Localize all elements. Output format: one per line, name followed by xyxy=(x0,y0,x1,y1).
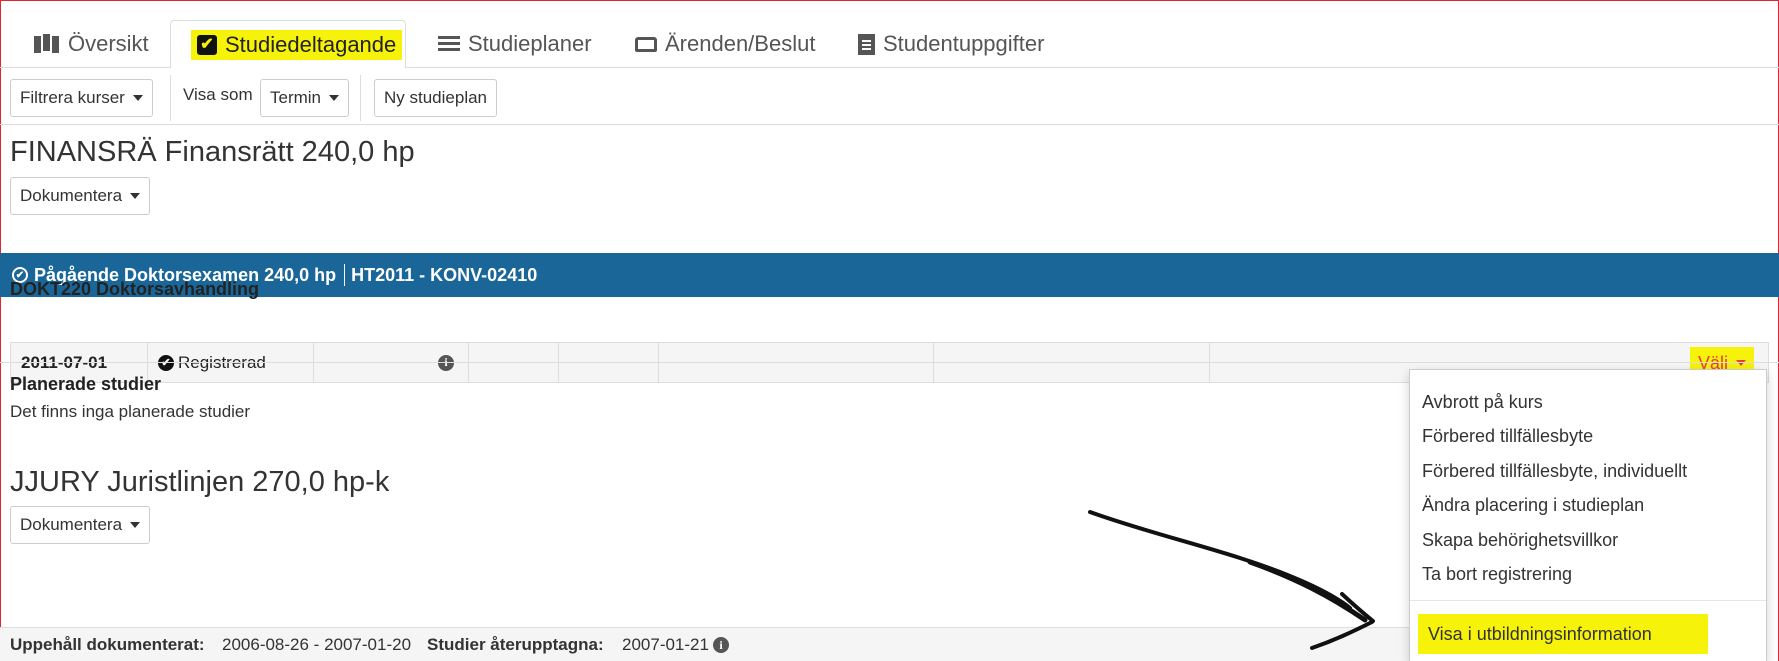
menu-divider xyxy=(1410,600,1766,601)
document-label: Dokumentera xyxy=(20,515,123,534)
tab-label: Studentuppgifter xyxy=(883,31,1045,56)
pause-label: Uppehåll dokumenterat: xyxy=(10,635,205,654)
caret-down-icon xyxy=(130,522,141,528)
info-icon[interactable]: i xyxy=(713,637,729,653)
bar-divider xyxy=(344,264,346,286)
menu-item-forbered-tillfallesbyte[interactable]: Förbered tillfällesbyte xyxy=(1410,418,1766,454)
menu-item-skapa-behorighetsvillkor[interactable]: Skapa behörighetsvillkor xyxy=(1410,522,1766,558)
filter-courses-label: Filtrera kurser xyxy=(20,88,125,107)
tab-label: Översikt xyxy=(68,31,149,56)
pause-value: 2006-08-26 - 2007-01-20 xyxy=(222,635,412,654)
tab-bar: Översikt ✔ Studiedeltagande Studieplaner… xyxy=(0,0,1779,69)
program-title: FINANSRÄ Finansrätt 240,0 hp xyxy=(10,136,415,168)
program-status-bar: ✔ Pågående Doktorsexamen 240,0 hp HT2011… xyxy=(0,253,1779,297)
menu-item-forbered-individuellt[interactable]: Förbered tillfällesbyte, individuellt xyxy=(1410,453,1766,489)
tab-studiedeltagande[interactable]: ✔ Studiedeltagande xyxy=(170,20,406,69)
toolbar-divider xyxy=(170,75,171,121)
filter-courses-button[interactable]: Filtrera kurser xyxy=(10,79,153,117)
program-title: JJURY Juristlinjen 270,0 hp-k xyxy=(10,466,390,498)
caret-down-icon xyxy=(329,95,340,101)
tab-oversikt[interactable]: Översikt xyxy=(14,20,169,68)
new-study-plan-button[interactable]: Ny studieplan xyxy=(374,79,498,117)
inbox-icon xyxy=(635,36,657,52)
toolbar-divider xyxy=(360,75,361,121)
document-button[interactable]: Dokumentera xyxy=(10,506,151,544)
tab-studieplaner[interactable]: Studieplaner xyxy=(418,20,612,68)
tab-label: Ärenden/Beslut xyxy=(665,31,816,56)
divider xyxy=(0,124,1779,125)
caret-down-icon xyxy=(130,193,141,199)
tab-label: Studieplaner xyxy=(468,31,592,56)
menu-item-andra-placering[interactable]: Ändra placering i studieplan xyxy=(1410,487,1766,523)
resume-value: 2007-01-21 xyxy=(622,635,709,654)
menu-item-avbrott[interactable]: Avbrott på kurs xyxy=(1410,384,1766,420)
menu-item-ta-bort-registrering[interactable]: Ta bort registrering xyxy=(1410,556,1766,592)
planned-studies-text: Det finns inga planerade studier xyxy=(10,402,251,421)
document-button[interactable]: Dokumentera xyxy=(10,177,151,215)
program-term: HT2011 - KONV-02410 xyxy=(351,264,538,285)
caret-down-icon xyxy=(132,95,143,101)
tab-arenden-beslut[interactable]: Ärenden/Beslut xyxy=(615,20,835,68)
menu-item-visa-utbildningsinformation[interactable]: Visa i utbildningsinformation xyxy=(1418,614,1708,654)
check-square-icon: ✔ xyxy=(197,34,217,55)
map-icon xyxy=(34,34,60,54)
course-title: DOKT220 Doktorsavhandling xyxy=(10,279,260,299)
resume-label: Studier återupptagna: xyxy=(427,635,604,654)
view-as-select[interactable]: Termin xyxy=(260,79,350,117)
tab-label: Studiedeltagande xyxy=(225,31,397,57)
view-as-value: Termin xyxy=(270,88,322,107)
planned-studies-heading: Planerade studier xyxy=(10,374,162,394)
file-icon xyxy=(858,33,875,55)
view-as-label: Visa som xyxy=(183,85,253,104)
list-icon xyxy=(438,36,460,52)
divider xyxy=(0,362,1779,363)
tab-studentuppgifter[interactable]: Studentuppgifter xyxy=(838,20,1064,68)
new-study-plan-label: Ny studieplan xyxy=(384,88,488,107)
document-label: Dokumentera xyxy=(20,186,123,205)
annotation-arrow xyxy=(1088,510,1375,650)
valj-dropdown-menu: Avbrott på kurs Förbered tillfällesbyte … xyxy=(1409,369,1767,661)
caret-down-icon xyxy=(1736,360,1746,366)
